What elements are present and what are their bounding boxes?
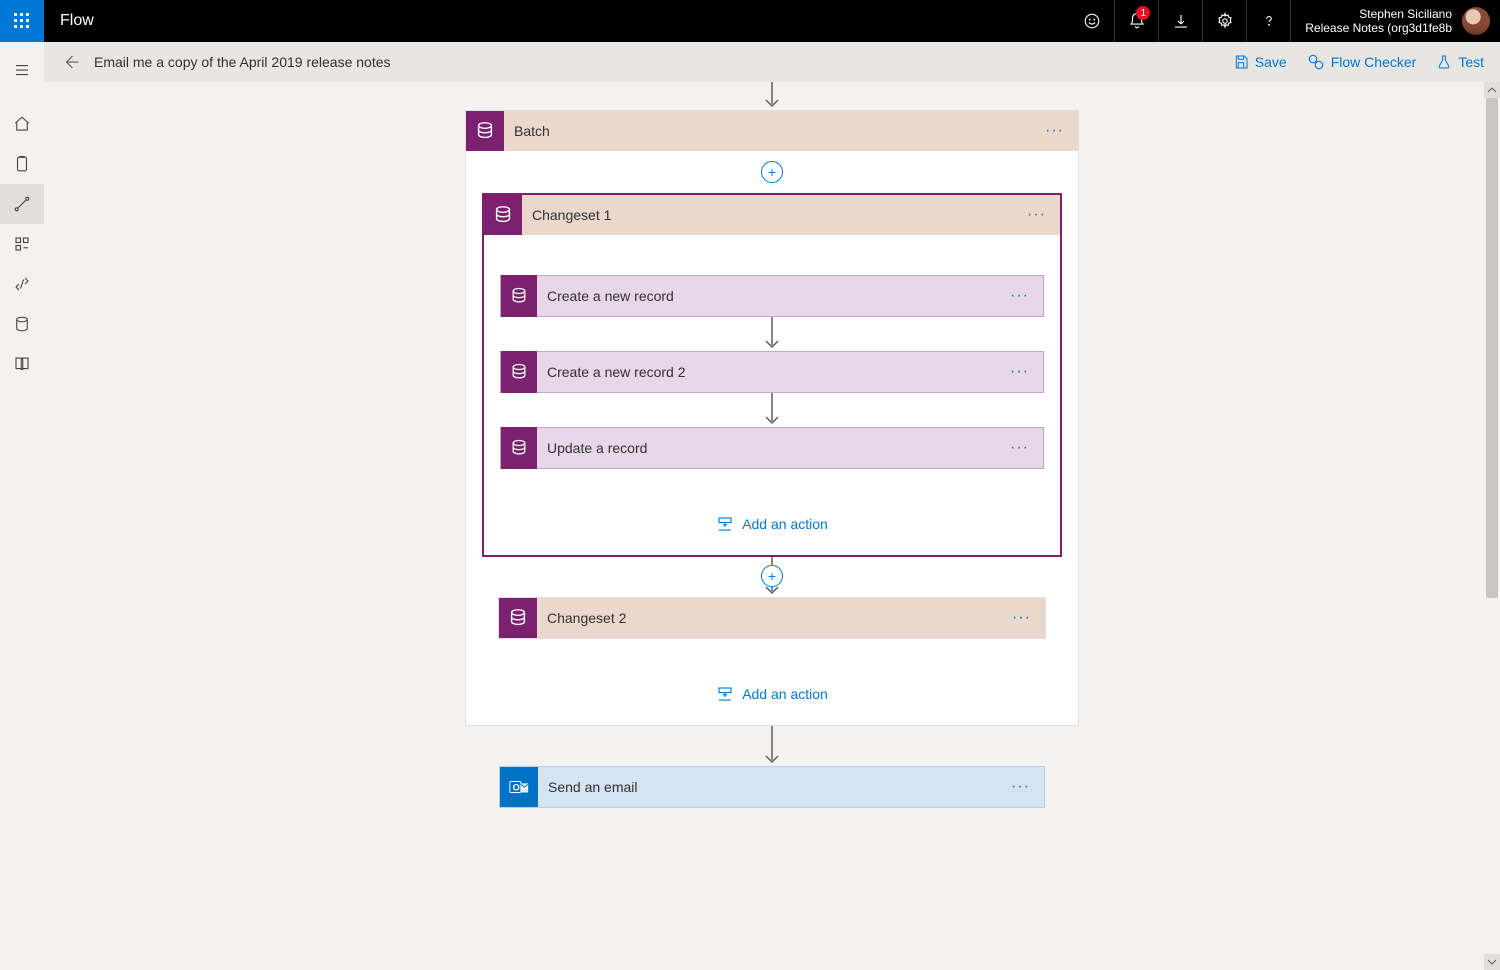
outlook-connector-icon: O (500, 767, 538, 807)
scroll-up-arrow-icon[interactable] (1484, 82, 1500, 98)
changeset-1-title: Changeset 1 (522, 207, 1013, 223)
connector-arrow-icon (764, 317, 780, 351)
add-action-batch[interactable]: Add an action (482, 667, 1062, 709)
batch-title: Batch (504, 123, 1031, 139)
changeset-2-title: Changeset 2 (537, 610, 998, 626)
add-step-button[interactable]: + (761, 565, 783, 587)
action-update-record[interactable]: Update a record ··· (500, 427, 1044, 469)
cds-connector-icon (484, 195, 522, 235)
rail-my-flows[interactable] (0, 184, 44, 224)
rail-menu-button[interactable] (0, 50, 44, 90)
add-action-label: Add an action (742, 686, 828, 702)
account-manager[interactable]: Stephen Siciliano Release Notes (org3d1f… (1290, 0, 1500, 42)
notifications-button[interactable]: 1 (1114, 0, 1158, 42)
flow-title[interactable]: Email me a copy of the April 2019 releas… (94, 54, 391, 70)
user-org: Release Notes (org3d1fe8b (1305, 21, 1452, 35)
feedback-button[interactable] (1070, 0, 1114, 42)
app-launcher-button[interactable] (0, 0, 44, 42)
back-button[interactable] (60, 49, 90, 75)
left-nav-rail (0, 42, 44, 970)
send-email-card: O Send an email ··· (499, 766, 1045, 808)
add-action-changeset1[interactable]: Add an action (500, 497, 1044, 539)
changeset-1-header[interactable]: Changeset 1 ··· (484, 195, 1060, 235)
changeset-2-menu-button[interactable]: ··· (998, 609, 1045, 627)
connector-arrow-icon (764, 82, 780, 110)
batch-menu-button[interactable]: ··· (1031, 122, 1078, 140)
cds-connector-icon (499, 598, 537, 638)
action-label: Create a new record (537, 288, 996, 304)
avatar (1462, 7, 1490, 35)
notification-badge: 1 (1136, 6, 1150, 20)
changeset-2-card: Changeset 2 ··· (498, 597, 1046, 639)
rail-templates[interactable] (0, 224, 44, 264)
action-label: Update a record (537, 440, 996, 456)
rail-data[interactable] (0, 304, 44, 344)
rail-action-items[interactable] (0, 144, 44, 184)
action-create-record-2[interactable]: Create a new record 2 ··· (500, 351, 1044, 393)
download-button[interactable] (1158, 0, 1202, 42)
save-button[interactable]: Save (1233, 54, 1287, 70)
action-menu-button[interactable]: ··· (996, 439, 1043, 457)
changeset-2-header[interactable]: Changeset 2 ··· (499, 598, 1045, 638)
settings-button[interactable] (1202, 0, 1246, 42)
cds-connector-icon (501, 275, 537, 317)
connector-arrow-icon (764, 726, 780, 766)
send-email-header[interactable]: O Send an email ··· (500, 767, 1044, 807)
rail-home[interactable] (0, 104, 44, 144)
batch-header[interactable]: Batch ··· (466, 111, 1078, 151)
flow-checker-button[interactable]: Flow Checker (1307, 53, 1417, 71)
batch-scope-card: Batch ··· + Changeset 1 ··· (465, 110, 1079, 726)
help-button[interactable] (1246, 0, 1290, 42)
connector-arrow-icon (764, 393, 780, 427)
action-menu-button[interactable]: ··· (996, 287, 1043, 305)
designer-toolbar: Email me a copy of the April 2019 releas… (44, 42, 1500, 82)
scroll-down-arrow-icon[interactable] (1484, 954, 1500, 970)
test-button[interactable]: Test (1436, 54, 1484, 70)
changeset-1-card: Changeset 1 ··· Create a new record ··· (482, 193, 1062, 557)
test-label: Test (1458, 54, 1484, 70)
user-name: Stephen Siciliano (1305, 7, 1452, 21)
flow-checker-label: Flow Checker (1331, 54, 1417, 70)
send-email-title: Send an email (538, 779, 997, 795)
action-create-record[interactable]: Create a new record ··· (500, 275, 1044, 317)
rail-learn[interactable] (0, 344, 44, 384)
scrollbar-thumb[interactable] (1486, 98, 1498, 598)
cds-connector-icon (466, 111, 504, 151)
cds-connector-icon (501, 351, 537, 393)
brand-name: Flow (44, 12, 110, 30)
svg-text:O: O (513, 783, 520, 793)
add-action-label: Add an action (742, 516, 828, 532)
cds-connector-icon (501, 427, 537, 469)
rail-connectors[interactable] (0, 264, 44, 304)
save-label: Save (1255, 54, 1287, 70)
vertical-scrollbar[interactable] (1484, 82, 1500, 970)
changeset-1-menu-button[interactable]: ··· (1013, 206, 1060, 224)
action-label: Create a new record 2 (537, 364, 996, 380)
global-header: Flow 1 Stephen Siciliano Release Notes (… (0, 0, 1500, 42)
action-menu-button[interactable]: ··· (996, 363, 1043, 381)
send-email-menu-button[interactable]: ··· (997, 778, 1044, 796)
add-step-button[interactable]: + (761, 161, 783, 183)
